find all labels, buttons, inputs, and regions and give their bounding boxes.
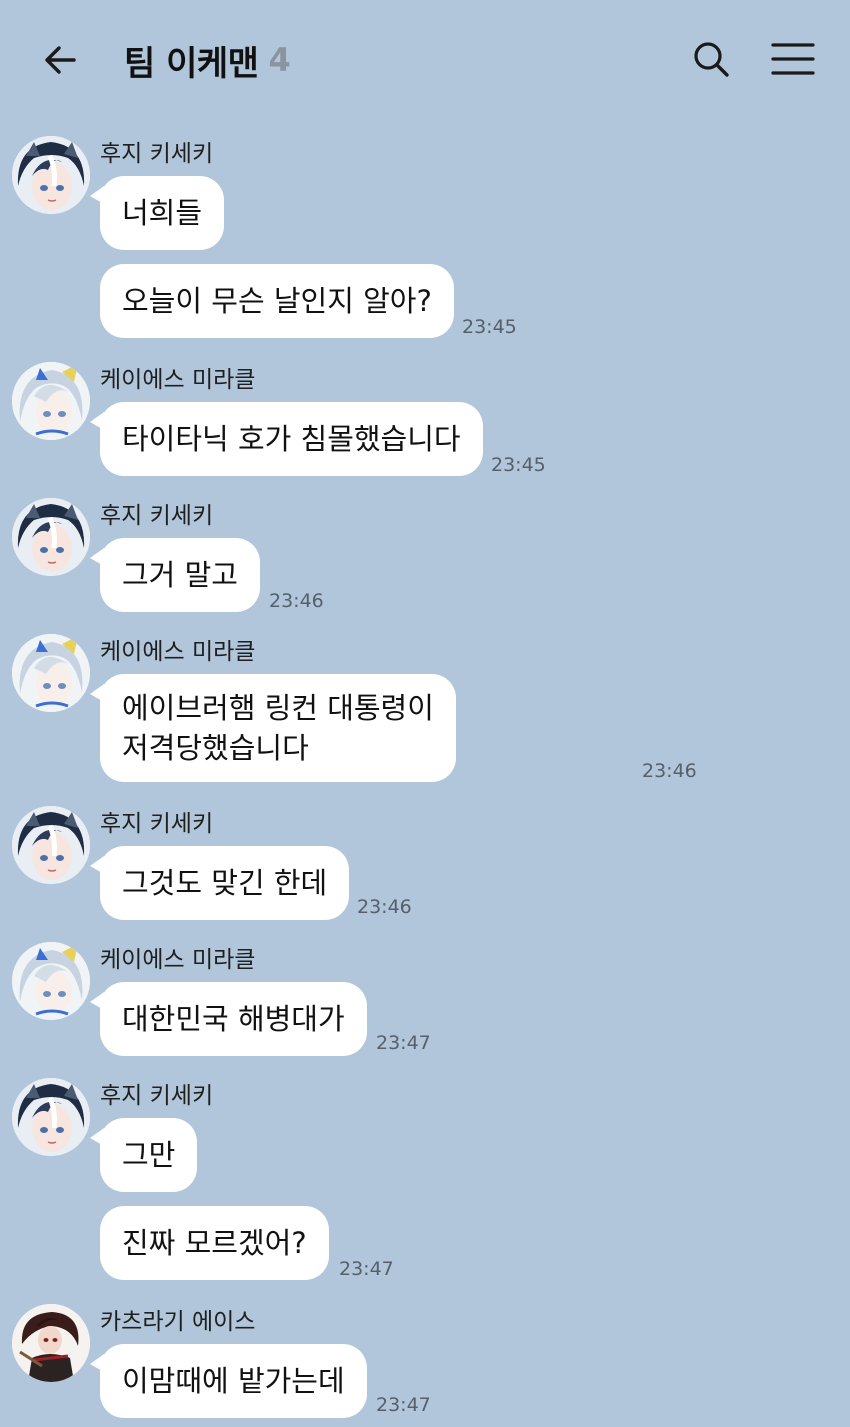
message-text: 오늘이 무슨 날인지 알아? bbox=[122, 284, 432, 318]
message-time: 23:45 bbox=[462, 316, 517, 338]
ks-miracle-avatar[interactable] bbox=[12, 362, 90, 440]
message-bubble[interactable]: 그것도 맞긴 한데 bbox=[89, 846, 350, 920]
message-bubble[interactable]: 진짜 모르겠어? bbox=[100, 1206, 329, 1280]
fuji-kiseki-avatar[interactable] bbox=[12, 806, 90, 884]
message-bubble[interactable]: 오늘이 무슨 날인지 알아? bbox=[100, 264, 454, 338]
message-text: 그것도 맞긴 한데 bbox=[122, 866, 328, 900]
message-text: 대한민국 해병대가 bbox=[122, 1002, 345, 1036]
sender-name: 후지 키세키 bbox=[100, 1083, 214, 1109]
message-bubble[interactable]: 대한민국 해병대가 bbox=[90, 982, 367, 1056]
katsuragi-ace-avatar[interactable] bbox=[12, 1304, 90, 1382]
message-text-line: 저격당했습니다 bbox=[122, 731, 309, 765]
message-time: 23:47 bbox=[339, 1258, 394, 1280]
fuji-kiseki-avatar[interactable] bbox=[12, 136, 90, 214]
fuji-kiseki-avatar[interactable] bbox=[12, 498, 90, 576]
message-text: 타이타닉 호가 침몰했습니다 bbox=[122, 422, 461, 456]
message-time: 23:46 bbox=[357, 896, 412, 918]
fuji-kiseki-avatar[interactable] bbox=[12, 1078, 90, 1156]
sender-name: 케이에스 미라클 bbox=[100, 367, 256, 393]
sender-name: 후지 키세키 bbox=[100, 503, 214, 529]
sender-name: 케이에스 미라클 bbox=[100, 639, 256, 665]
message-bubble[interactable]: 너희들 bbox=[89, 176, 225, 250]
message-text: 너희들 bbox=[122, 196, 203, 230]
message-time: 23:47 bbox=[376, 1032, 431, 1054]
ks-miracle-avatar[interactable] bbox=[12, 634, 90, 712]
message-bubble[interactable]: 이맘때에 밭가는데 bbox=[90, 1344, 367, 1418]
message-list: 후지 키세키 너희들 오늘이 무슨 날인지 알아? 23:45 케이에스 미라클 bbox=[0, 0, 850, 1427]
message-bubble[interactable]: 타이타닉 호가 침몰했습니다 bbox=[90, 402, 483, 476]
message-bubble[interactable]: 그거 말고 bbox=[90, 538, 260, 612]
message-text: 이맘때에 밭가는데 bbox=[122, 1364, 345, 1398]
message-bubble[interactable]: 그만 bbox=[89, 1118, 198, 1192]
sender-name: 후지 키세키 bbox=[100, 141, 214, 167]
ks-miracle-avatar[interactable] bbox=[12, 942, 90, 1020]
message-time: 23:45 bbox=[491, 454, 546, 476]
message-text-line: 에이브러햄 링컨 대통령이 bbox=[122, 691, 434, 725]
message-text: 그만 bbox=[122, 1138, 176, 1172]
sender-name: 카츠라기 에이스 bbox=[100, 1309, 256, 1335]
chat-screen: 팀 이케맨 4 후지 키세키 너희들 오늘이 무슨 날인지 알아? 23:45 … bbox=[0, 0, 850, 1427]
message-time: 23:47 bbox=[376, 1394, 431, 1416]
message-time: 23:46 bbox=[269, 590, 324, 612]
message-text: 그거 말고 bbox=[122, 558, 238, 592]
message-time: 23:46 bbox=[642, 760, 697, 782]
message-text: 진짜 모르겠어? bbox=[122, 1226, 307, 1260]
message-bubble[interactable]: 에이브러햄 링컨 대통령이 저격당했습니다 bbox=[90, 674, 456, 782]
sender-name: 후지 키세키 bbox=[100, 811, 214, 837]
sender-name: 케이에스 미라클 bbox=[100, 947, 256, 973]
